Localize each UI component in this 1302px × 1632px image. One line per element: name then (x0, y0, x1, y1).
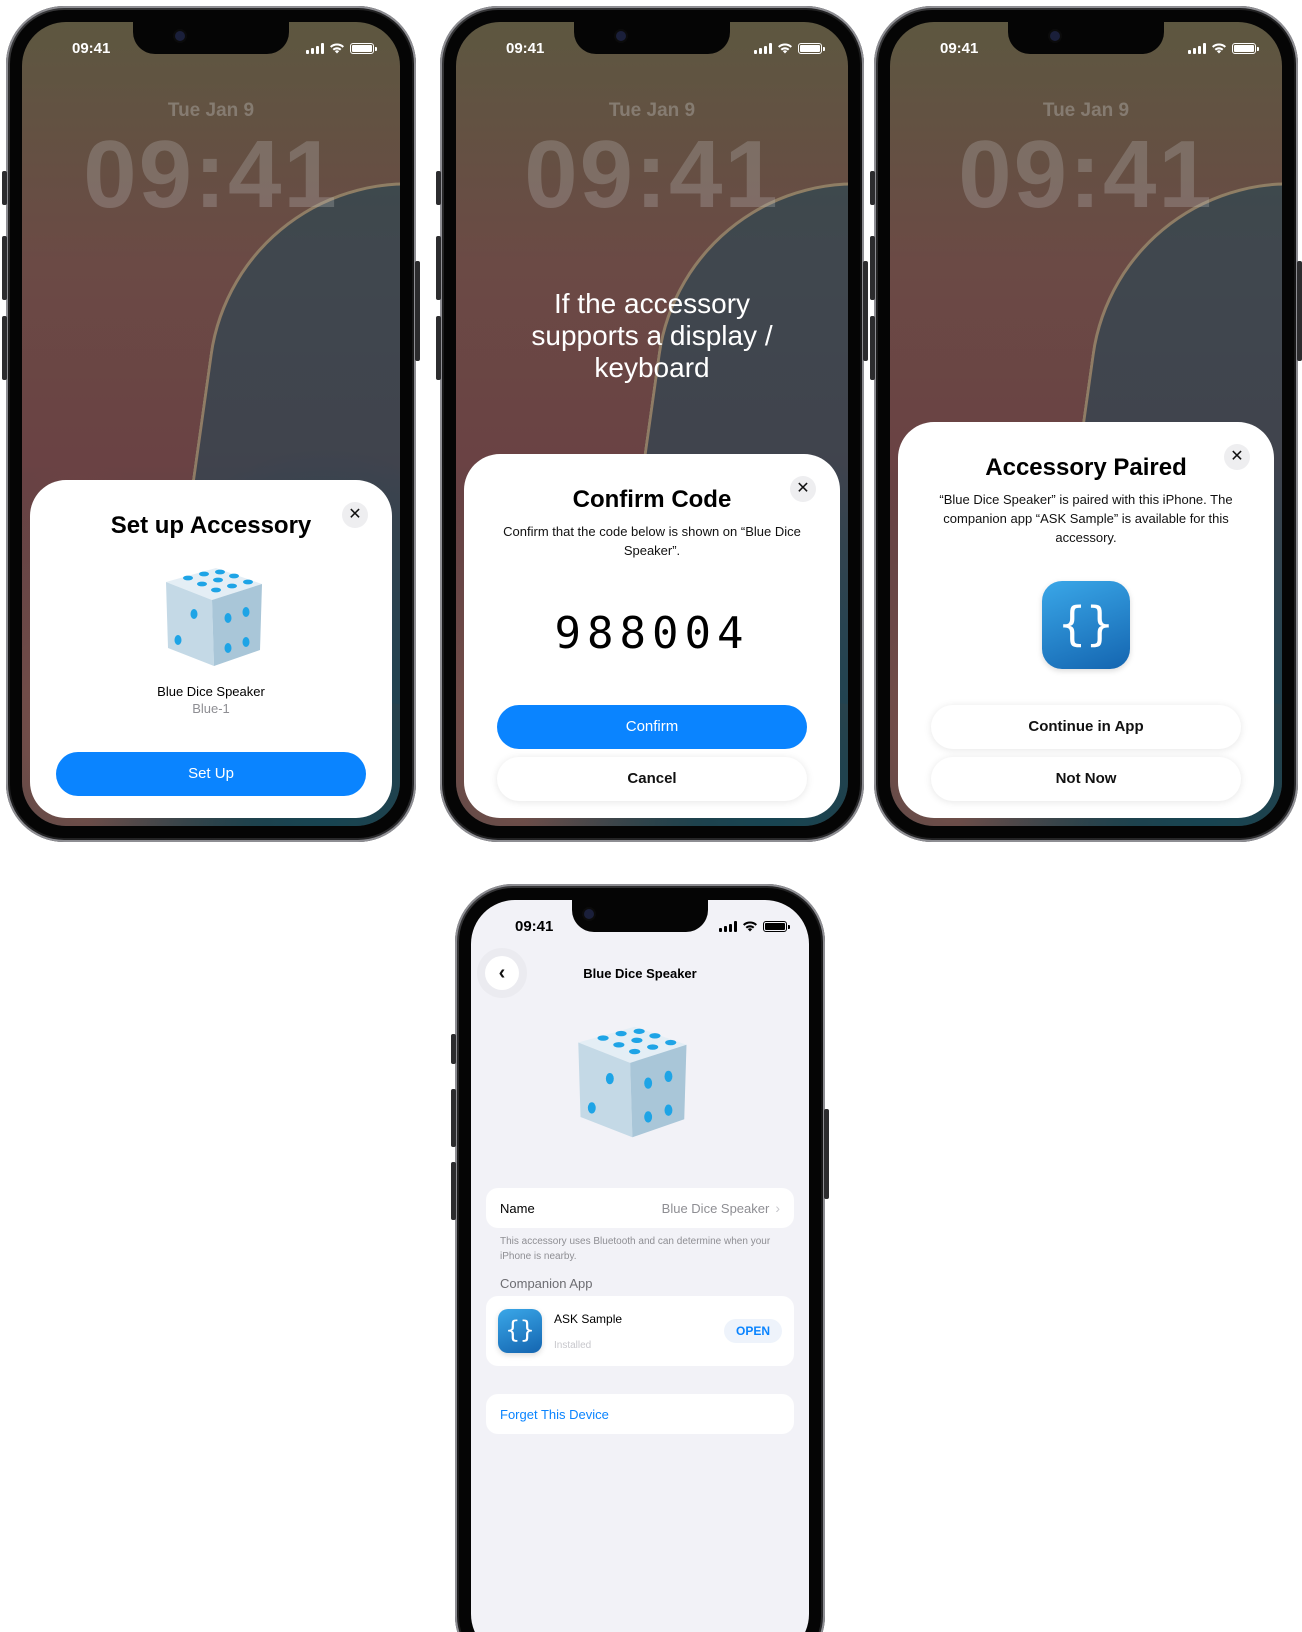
pairing-code: 988004 (554, 608, 750, 659)
battery-icon (350, 42, 377, 54)
phone-confirm: 09:41 Tue Jan 9 09:41 If the accessory s… (436, 6, 868, 842)
notch (574, 22, 730, 54)
dice-image (156, 562, 266, 672)
name-row[interactable]: Name Blue Dice Speaker › (486, 1188, 794, 1228)
continue-in-app-button[interactable]: Continue in App (931, 705, 1241, 749)
forget-device-button[interactable]: Forget This Device (486, 1394, 794, 1434)
forget-group: Forget This Device (486, 1394, 794, 1434)
status-time: 09:41 (515, 918, 554, 935)
lock-time: 09:41 (958, 121, 1214, 228)
status-time: 09:41 (940, 40, 979, 57)
close-icon[interactable]: ✕ (790, 476, 816, 502)
close-icon[interactable]: ✕ (1224, 444, 1250, 470)
chevron-right-icon: › (775, 1200, 780, 1216)
battery-icon (1232, 42, 1259, 54)
dice-image (567, 1020, 691, 1144)
battery-icon (798, 42, 825, 54)
battery-icon (763, 920, 790, 932)
lock-time: 09:41 (83, 121, 339, 228)
lock-date: Tue Jan 9 (1042, 100, 1130, 121)
cancel-button[interactable]: Cancel (497, 757, 807, 801)
phone-settings: 09:41 ‹ Blue Dice Speaker Name Blue Dice… (451, 884, 829, 1632)
wifi-icon (330, 43, 344, 54)
bluetooth-footnote: This accessory uses Bluetooth and can de… (500, 1236, 771, 1262)
companion-app-group: {} ASK Sample Installed OPEN (486, 1296, 794, 1366)
nav-title: Blue Dice Speaker (583, 966, 697, 981)
not-now-button[interactable]: Not Now (931, 757, 1241, 801)
notch (133, 22, 289, 54)
settings-screen: 09:41 ‹ Blue Dice Speaker Name Blue Dice… (471, 900, 809, 1632)
app-name: ASK Sample (554, 1311, 623, 1326)
signal-icon (719, 920, 737, 932)
display-keyboard-note: If the accessory supports a display / ke… (531, 288, 773, 383)
sheet-title: Confirm Code (572, 486, 732, 513)
name-value: Blue Dice Speaker (661, 1200, 770, 1216)
app-icon: {} (1042, 581, 1130, 669)
signal-icon (1188, 42, 1206, 54)
close-icon[interactable]: ✕ (342, 502, 368, 528)
status-time: 09:41 (506, 40, 545, 57)
wifi-icon (743, 921, 757, 932)
signal-icon (306, 42, 324, 54)
lock-screen: 09:41 Tue Jan 9 09:41 ✕ Accessory Paired… (890, 22, 1282, 826)
notch (572, 900, 708, 932)
name-row-group: Name Blue Dice Speaker › (486, 1188, 794, 1228)
signal-icon (754, 42, 772, 54)
phone-paired: 09:41 Tue Jan 9 09:41 ✕ Accessory Paired… (870, 6, 1302, 842)
app-icon: {} (498, 1309, 542, 1353)
confirm-button[interactable]: Confirm (497, 705, 807, 749)
device-model: Blue-1 (192, 701, 230, 716)
status-time: 09:41 (72, 40, 111, 57)
setup-button[interactable]: Set Up (56, 752, 366, 796)
confirm-sheet: ✕ Confirm Code Confirm that the code bel… (464, 454, 840, 818)
lock-date: Tue Jan 9 (608, 100, 696, 121)
sheet-title: Set up Accessory (110, 512, 312, 539)
lock-time: 09:41 (524, 121, 780, 228)
app-status: Installed (554, 1339, 592, 1351)
paired-sheet: ✕ Accessory Paired “Blue Dice Speaker” i… (898, 422, 1274, 818)
notch (1008, 22, 1164, 54)
lock-date: Tue Jan 9 (167, 100, 255, 121)
wifi-icon (1212, 43, 1226, 54)
name-label: Name (500, 1200, 535, 1216)
setup-sheet: ✕ Set up Accessory Blue Dice Speaker Blu… (30, 480, 392, 818)
open-button[interactable]: OPEN (723, 1319, 782, 1343)
paired-description: “Blue Dice Speaker” is paired with this … (939, 492, 1233, 545)
phone-setup: 09:41 Tue Jan 9 09:41 ✕ Set up Accessory (2, 6, 420, 842)
device-name: Blue Dice Speaker (157, 684, 265, 699)
lock-screen: 09:41 Tue Jan 9 09:41 ✕ Set up Accessory (22, 22, 400, 826)
companion-app-header: Companion App (500, 1276, 593, 1291)
lock-screen: 09:41 Tue Jan 9 09:41 If the accessory s… (456, 22, 848, 826)
wifi-icon (778, 43, 792, 54)
confirm-description: Confirm that the code below is shown on … (503, 524, 801, 558)
sheet-title: Accessory Paired (985, 454, 1187, 481)
